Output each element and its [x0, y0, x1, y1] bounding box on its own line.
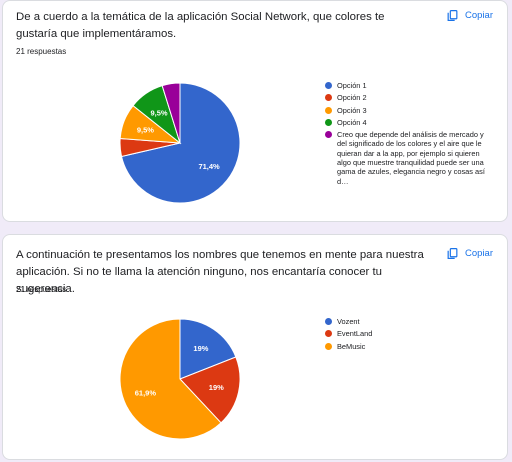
copy-button[interactable]: Copiar	[446, 9, 493, 22]
question-card-colors: De a cuerdo a la temática de la aplicaci…	[2, 0, 508, 222]
copy-icon	[447, 248, 458, 259]
legend-swatch	[325, 82, 332, 89]
pie-chart-colors: 71,4% 9,5% 9,5%	[119, 82, 241, 204]
legend-item: Vozent	[325, 317, 487, 326]
legend-item: Opción 1	[325, 81, 487, 90]
question-card-names: A continuación te presentamos los nombre…	[2, 234, 508, 460]
question-title: A continuación te presentamos los nombre…	[16, 249, 424, 295]
legend-label: EventLand	[337, 329, 373, 339]
legend-label: Opción 4	[337, 117, 367, 127]
legend-label: Opción 2	[337, 93, 367, 103]
slice-data-label: 71,4%	[198, 162, 220, 171]
legend-label: Opción 3	[337, 105, 367, 115]
slice-data-label: 9,5%	[150, 108, 167, 117]
legend-label: Opción 1	[337, 81, 367, 90]
legend-swatch	[325, 330, 332, 338]
legend-label: BeMusic	[337, 341, 366, 351]
legend-swatch	[325, 342, 332, 350]
legend-label: Vozent	[337, 317, 360, 326]
legend-item: Opción 3	[325, 106, 487, 115]
legend-item: Opción 4	[325, 118, 487, 127]
chart-legend: Opción 1 Opción 2 Opción 3 Opción 4 Creo que…	[325, 81, 487, 189]
legend-item: Creo que depende del análisis de mercado…	[325, 130, 487, 186]
legend-swatch	[325, 318, 332, 325]
slice-data-label: 61,9%	[135, 389, 157, 398]
chart-legend: Vozent EventLand BeMusic	[325, 317, 487, 354]
copy-label: Copiar	[465, 10, 493, 21]
copy-icon	[447, 10, 458, 21]
legend-swatch	[325, 118, 332, 126]
legend-swatch	[325, 131, 332, 139]
pie-chart-names: 19% 19% 61,9%	[119, 318, 241, 440]
legend-item: EventLand	[325, 329, 487, 338]
legend-swatch	[325, 106, 332, 114]
copy-label: Copiar	[465, 248, 493, 259]
legend-item: Opción 2	[325, 93, 487, 102]
slice-data-label: 9,5%	[137, 125, 154, 134]
response-count: 21 respuestas	[16, 47, 67, 56]
response-count: 21 respuestas	[16, 285, 67, 294]
legend-item: BeMusic	[325, 342, 487, 351]
legend-swatch	[325, 94, 332, 102]
copy-button[interactable]: Copiar	[446, 247, 493, 260]
slice-data-label: 19%	[193, 344, 208, 353]
slice-data-label: 19%	[209, 383, 224, 392]
question-title: De a cuerdo a la temática de la aplicaci…	[16, 11, 385, 40]
legend-label: Creo que depende del análisis de mercado…	[337, 130, 485, 186]
